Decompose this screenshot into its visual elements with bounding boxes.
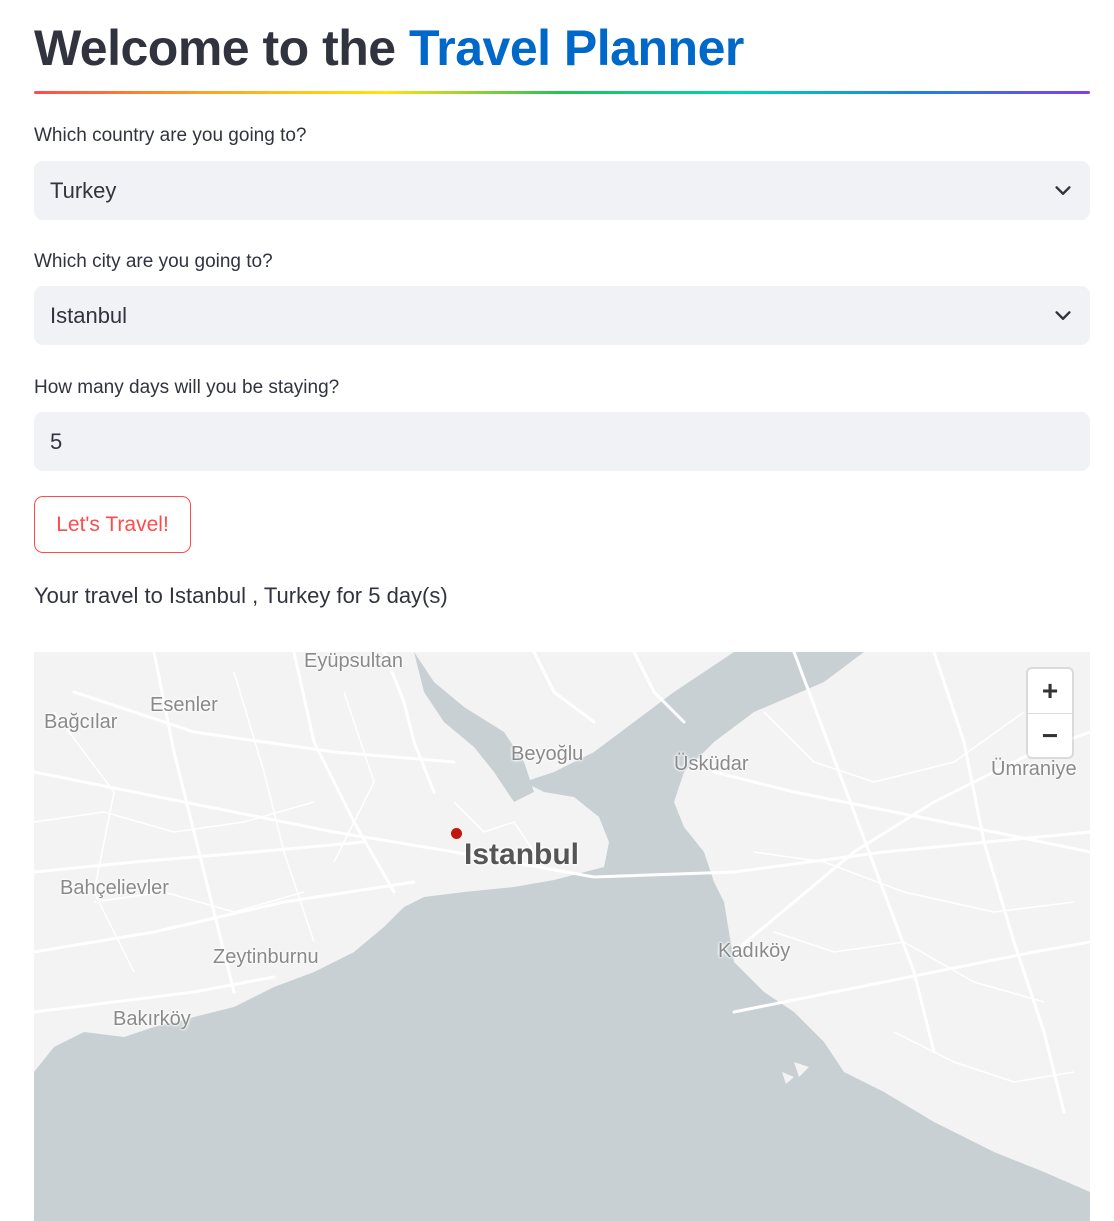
map-label-zeytinburnu: Zeytinburnu	[213, 946, 319, 968]
map-label-kadikoy: Kadıköy	[718, 940, 791, 962]
title-prefix: Welcome to the	[34, 20, 409, 76]
zoom-out-button[interactable]: −	[1028, 713, 1072, 758]
country-label: Which country are you going to?	[34, 125, 307, 146]
map-label-beyoglu: Beyoğlu	[511, 743, 584, 765]
map-label-bagcilar: Bağcılar	[44, 711, 118, 733]
zoom-in-button[interactable]: +	[1028, 669, 1072, 713]
map-label-esenler: Esenler	[150, 694, 218, 716]
location-marker[interactable]	[451, 828, 462, 839]
map-label-istanbul: Istanbul	[464, 838, 580, 871]
map-label-umraniye: Ümraniye	[991, 758, 1077, 780]
city-value: Istanbul	[50, 302, 128, 328]
title-accent: Travel Planner	[408, 20, 744, 76]
country-select[interactable]: Turkey	[34, 161, 1090, 220]
title-divider	[34, 91, 1090, 94]
map-tiles	[34, 652, 1090, 1221]
chevron-down-icon	[1055, 310, 1071, 320]
map-label-eyupsultan: Eyüpsultan	[304, 652, 403, 672]
days-label: How many days will you be staying?	[34, 377, 340, 398]
city-label: Which city are you going to?	[34, 251, 273, 272]
travel-summary: Your travel to Istanbul , Turkey for 5 d…	[34, 583, 448, 608]
map-label-bahcelievler: Bahçelievler	[60, 877, 169, 899]
page-title: Welcome to the Travel Planner	[34, 18, 744, 78]
days-value: 5	[50, 428, 63, 454]
city-select[interactable]: Istanbul	[34, 286, 1090, 345]
map-label-uskudar: Üsküdar	[674, 753, 749, 775]
lets-travel-button[interactable]: Let's Travel!	[34, 496, 191, 553]
days-input[interactable]: 5	[34, 412, 1090, 471]
map-label-bakirkoy: Bakırköy	[113, 1008, 191, 1030]
zoom-control: + −	[1028, 669, 1072, 757]
country-value: Turkey	[50, 177, 117, 203]
chevron-down-icon	[1055, 185, 1071, 195]
map[interactable]: Eyüpsultan Esenler Bağcılar Beyoğlu Üskü…	[34, 652, 1090, 1221]
